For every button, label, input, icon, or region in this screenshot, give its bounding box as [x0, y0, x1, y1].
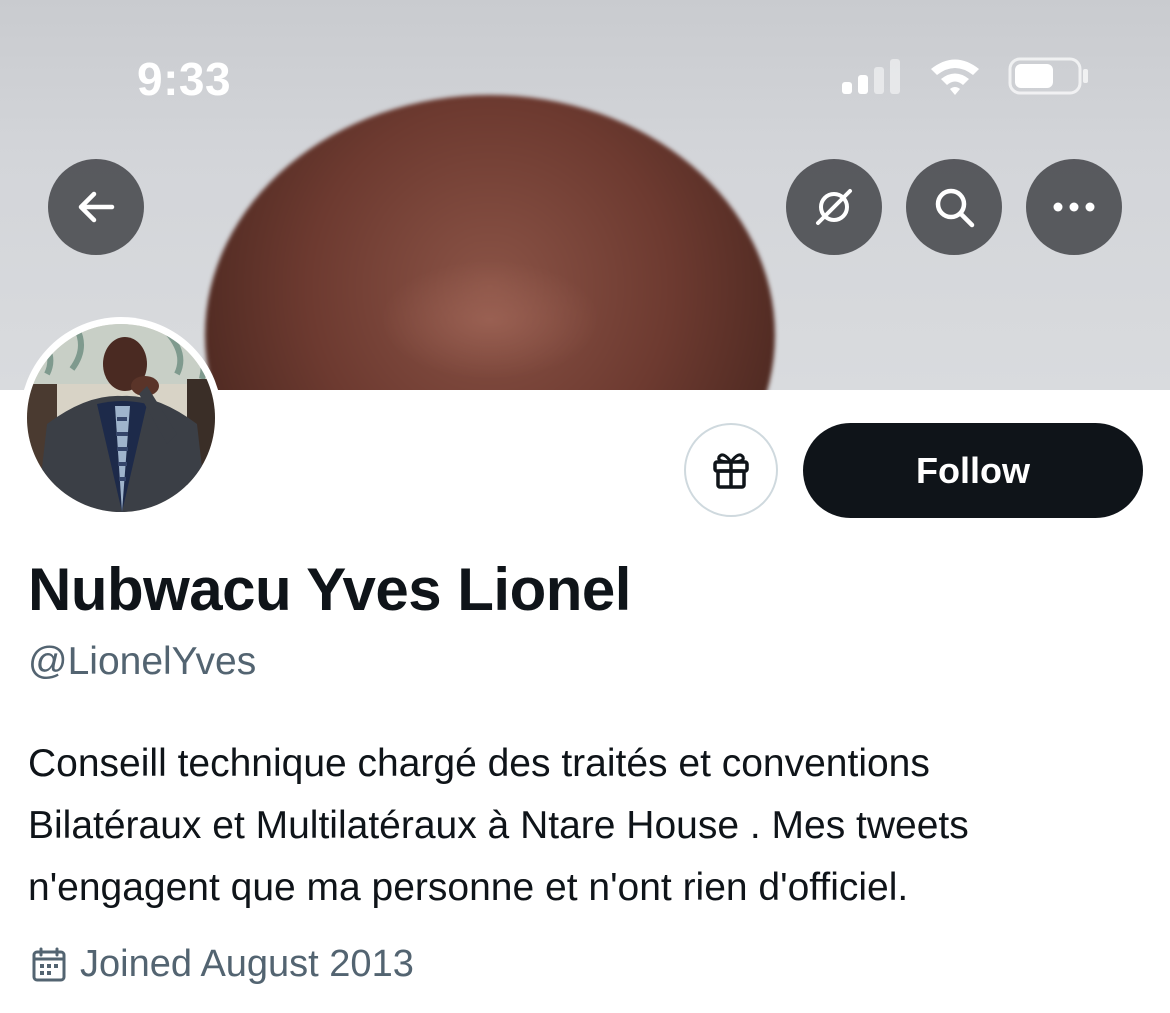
search-button[interactable] — [906, 159, 1002, 255]
grok-button[interactable] — [786, 159, 882, 255]
gift-button[interactable] — [684, 423, 778, 517]
cellular-signal-icon — [842, 59, 900, 94]
arrow-left-icon — [78, 191, 115, 223]
follow-button[interactable]: Follow — [803, 423, 1143, 518]
slashed-circle-icon — [816, 189, 852, 225]
profile-display-name: Nubwacu Yves Lionel — [28, 556, 631, 623]
back-button[interactable] — [48, 159, 144, 255]
profile-page: 9:33 Follow Nubwacu Yves Lionel @LionelY… — [0, 0, 1170, 1013]
more-button[interactable] — [1026, 159, 1122, 255]
wifi-icon — [931, 59, 979, 95]
profile-joined-date: Joined August 2013 — [30, 943, 414, 986]
avatar-photo — [27, 324, 215, 512]
status-bar-icons — [842, 56, 1090, 96]
profile-bio: Conseill technique chargé des traités et… — [28, 733, 1148, 919]
bio-line: Bilatéraux et Multilatéraux à Ntare Hous… — [28, 804, 969, 847]
bio-line: Conseill technique chargé des traités et… — [28, 742, 930, 785]
bio-line: n'engagent que ma personne et n'ont rien… — [28, 866, 909, 909]
battery-icon — [1008, 57, 1088, 95]
search-icon — [935, 188, 975, 228]
calendar-icon — [32, 947, 66, 981]
status-bar-time: 9:33 — [137, 53, 232, 105]
gift-icon — [713, 453, 749, 489]
joined-label: Joined August 2013 — [80, 943, 414, 985]
more-horizontal-icon — [1053, 202, 1095, 212]
profile-avatar[interactable] — [20, 317, 222, 519]
profile-handle: @LionelYves — [28, 640, 257, 683]
